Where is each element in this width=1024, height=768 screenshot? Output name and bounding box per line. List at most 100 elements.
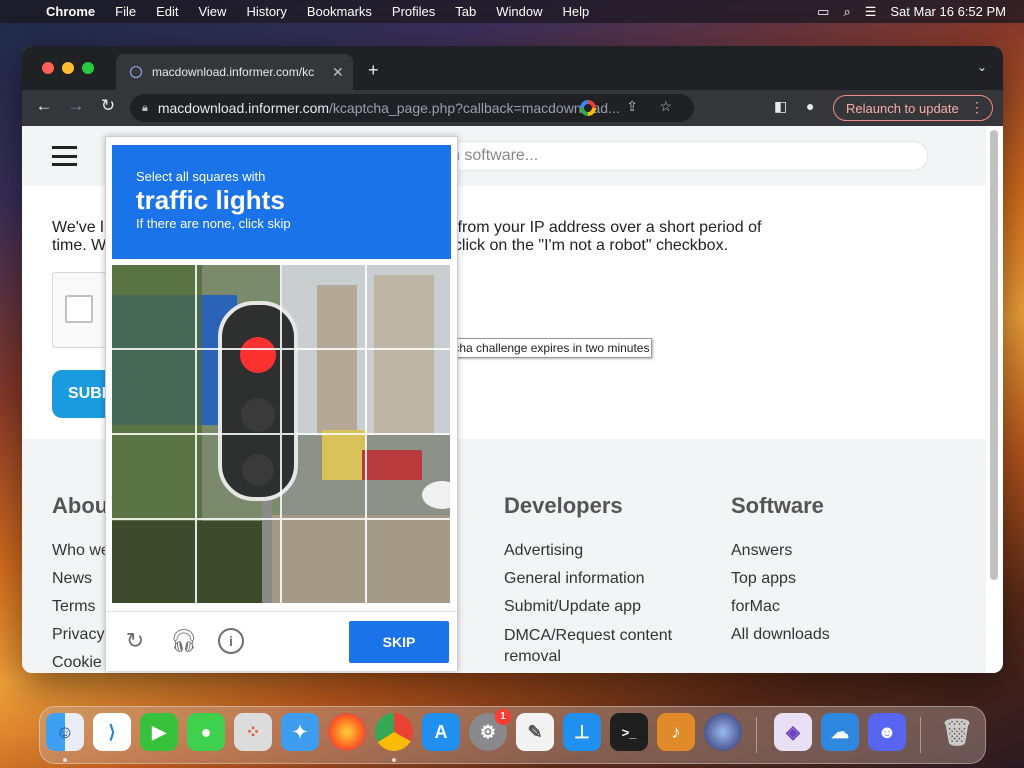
captcha-tile[interactable] <box>281 264 366 349</box>
menu-file[interactable]: File <box>115 4 136 19</box>
lock-icon[interactable]: 🔒︎ <box>142 102 148 115</box>
app-store-icon[interactable]: A <box>422 713 460 751</box>
footer-link[interactable]: All downloads <box>731 621 830 649</box>
skip-button[interactable]: SKIP <box>349 621 449 663</box>
footer-link[interactable]: Submit/Update app <box>504 593 704 621</box>
captcha-tile[interactable] <box>111 264 196 349</box>
footer-link[interactable]: General information <box>504 565 704 593</box>
firefox-icon[interactable] <box>328 713 366 751</box>
site-search-input[interactable]: h software... <box>442 141 928 171</box>
zoom-window-button[interactable] <box>82 62 94 74</box>
garageband-icon[interactable]: ♪ <box>657 713 695 751</box>
new-tab-icon[interactable]: + <box>368 60 379 81</box>
chrome-menu-icon[interactable]: ⋮ <box>970 99 984 116</box>
tab-search-chevron-icon[interactable]: ⌄ <box>977 60 987 74</box>
menu-bar: Chrome File Edit View History Bookmarks … <box>0 0 1024 23</box>
screen-mirroring-icon[interactable]: ▭ <box>817 4 829 20</box>
dock-separator <box>756 717 757 753</box>
menu-view[interactable]: View <box>198 4 226 19</box>
profile-avatar-icon[interactable]: ● <box>806 98 814 114</box>
control-center-icon[interactable]: ☰ <box>865 4 877 20</box>
footer-link[interactable]: Privacy <box>52 621 110 649</box>
audio-challenge-icon[interactable]: 🎧︎ <box>170 628 198 654</box>
running-indicator <box>392 758 396 762</box>
challenge-target: traffic lights <box>136 185 285 215</box>
menu-help[interactable]: Help <box>563 4 590 19</box>
footer-link[interactable]: Terms <box>52 593 110 621</box>
active-tab[interactable]: macdownload.informer.com/kc ✕ <box>116 54 353 90</box>
menu-chrome[interactable]: Chrome <box>46 4 95 19</box>
weather-icon[interactable]: ☁ <box>821 713 859 751</box>
facetime-icon[interactable]: ▶ <box>140 713 178 751</box>
footer-link[interactable]: Answers <box>731 537 830 565</box>
not-a-robot-checkbox[interactable] <box>65 295 93 323</box>
url-path: /kcaptcha_page.php?callback=macdownload.… <box>329 100 620 116</box>
google-lens-icon[interactable] <box>580 100 596 116</box>
spotlight-search-icon[interactable]: ⌕ <box>843 4 850 20</box>
tab-favicon-icon <box>130 66 142 78</box>
running-indicator <box>63 758 67 762</box>
captcha-tile[interactable] <box>366 434 451 519</box>
reload-icon[interactable]: ↻ <box>96 96 120 116</box>
share-icon[interactable]: ⇪ <box>626 98 638 115</box>
minimize-window-button[interactable] <box>62 62 74 74</box>
captcha-tile[interactable] <box>196 519 281 604</box>
info-icon[interactable]: i <box>218 628 244 654</box>
side-panel-icon[interactable]: ◧ <box>774 98 787 115</box>
captcha-tile[interactable] <box>111 349 196 434</box>
close-tab-icon[interactable]: ✕ <box>332 64 344 81</box>
captcha-tile[interactable] <box>281 434 366 519</box>
finder-icon[interactable]: ☺ <box>46 713 84 751</box>
textedit-icon[interactable]: ✎ <box>516 713 554 751</box>
menu-profiles[interactable]: Profiles <box>392 4 435 19</box>
system-settings-icon[interactable]: ⚙ 1 <box>469 709 511 751</box>
captcha-tile[interactable] <box>281 519 366 604</box>
footer-link[interactable]: Advertising <box>504 537 704 565</box>
footer-link[interactable]: forMac <box>731 593 830 621</box>
discord-icon[interactable]: ☻ <box>868 713 906 751</box>
keynote-icon[interactable]: ⊥ <box>563 713 601 751</box>
tab-strip: macdownload.informer.com/kc ✕ + ⌄ <box>22 46 1003 90</box>
captcha-tile[interactable] <box>111 519 196 604</box>
reload-challenge-icon[interactable]: ↻ <box>122 628 148 654</box>
launchpad-icon[interactable]: ⁘ <box>234 713 272 751</box>
vscode-icon[interactable]: ⟩ <box>93 713 131 751</box>
menu-bookmarks[interactable]: Bookmarks <box>307 4 372 19</box>
captcha-tile[interactable] <box>111 434 196 519</box>
captcha-tile[interactable] <box>196 349 281 434</box>
challenge-skip-hint: If there are none, click skip <box>136 216 291 231</box>
footer-link[interactable]: Who we <box>52 537 110 565</box>
menu-edit[interactable]: Edit <box>156 4 178 19</box>
captcha-tile[interactable] <box>366 349 451 434</box>
relaunch-to-update-button[interactable]: Relaunch to update ⋮ <box>833 95 993 121</box>
footer-link[interactable]: Cookie <box>52 649 110 673</box>
menu-window[interactable]: Window <box>496 4 542 19</box>
chrome-icon[interactable] <box>375 713 413 751</box>
captcha-tile[interactable] <box>281 349 366 434</box>
footer-link[interactable]: DMCA/Request content removal <box>504 625 704 667</box>
footer-link[interactable]: News <box>52 565 110 593</box>
visual-studio-icon[interactable]: ◈ <box>774 713 812 751</box>
trash-icon[interactable]: 🗑︎ <box>938 713 976 751</box>
menubar-datetime[interactable]: Sat Mar 16 6:52 PM <box>890 4 1006 19</box>
back-arrow-icon[interactable]: ← <box>32 96 56 116</box>
captcha-tile[interactable] <box>366 264 451 349</box>
terminal-icon[interactable]: >_ <box>610 713 648 751</box>
messages-icon[interactable]: ● <box>187 713 225 751</box>
menu-tab[interactable]: Tab <box>455 4 476 19</box>
captcha-tile[interactable] <box>196 264 281 349</box>
hamburger-menu-icon[interactable] <box>52 146 77 166</box>
address-bar[interactable]: 🔒︎ macdownload.informer.com /kcaptcha_pa… <box>130 94 694 122</box>
footer-link[interactable]: Top apps <box>731 565 830 593</box>
captcha-tile[interactable] <box>366 519 451 604</box>
status-area: ▭ ⌕ ☰ Sat Mar 16 6:52 PM <box>817 0 1006 23</box>
captcha-tile[interactable] <box>196 434 281 519</box>
siri-icon[interactable] <box>704 713 742 751</box>
forward-arrow-icon[interactable]: → <box>64 96 88 116</box>
safari-icon[interactable]: ✦ <box>281 713 319 751</box>
browser-toolbar: ← → ↻ 🔒︎ macdownload.informer.com /kcapt… <box>22 90 1003 126</box>
menu-history[interactable]: History <box>246 4 286 19</box>
page-scrollbar[interactable] <box>990 130 998 580</box>
bookmark-star-icon[interactable]: ☆ <box>659 98 672 115</box>
close-window-button[interactable] <box>42 62 54 74</box>
